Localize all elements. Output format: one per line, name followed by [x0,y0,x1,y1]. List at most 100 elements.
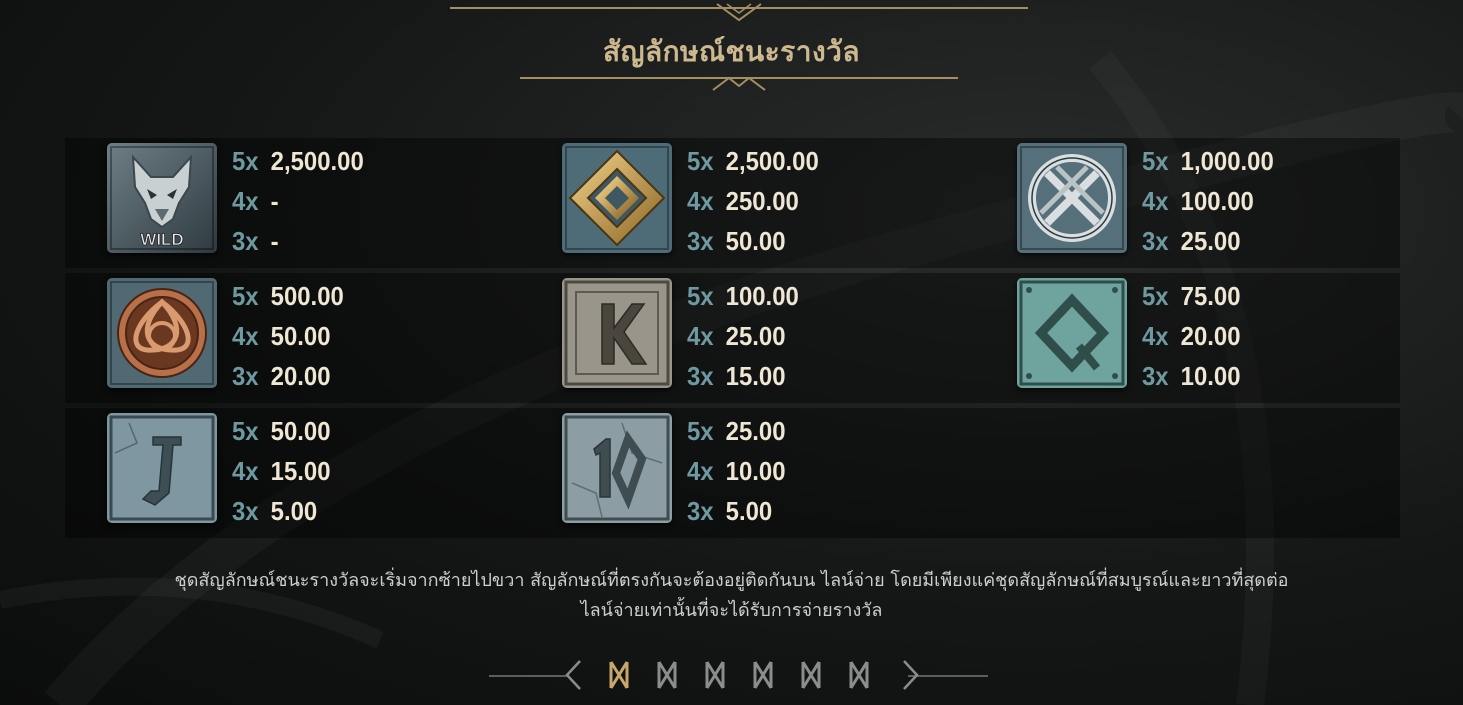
payout-row: 4x 250.00 [687,181,819,221]
payout-amount: 75.00 [1180,281,1241,311]
rune-10-icon [562,413,672,523]
match-count: 4x [232,186,259,216]
page-indicator-4[interactable] [751,658,775,692]
payout-row: 5x 500.00 [232,276,344,316]
rune-q-icon [1017,278,1127,388]
payout-amount: 100.00 [725,281,799,311]
payout-row: 5x 2,500.00 [687,141,819,181]
page-indicator-5[interactable] [799,658,823,692]
payout-amount: - [270,226,279,256]
match-count: 3x [687,361,714,391]
symbol-rune-q: 5x 75.00 4x 20.00 3x 10.00 [975,273,1395,393]
payout-row: 5x 1,000.00 [1142,141,1274,181]
payout-row: 5x 100.00 [687,276,799,316]
match-count: 3x [232,361,259,391]
payout-row: 5x 25.00 [687,411,786,451]
payout-amount: 50.00 [270,321,331,351]
payout-row: 3x 5.00 [687,491,786,531]
wolf-wild-icon: WILD [107,143,217,253]
payout-list: 5x 75.00 4x 20.00 3x 10.00 [1142,276,1249,396]
payout-amount: 15.00 [270,456,331,486]
symbol-rune-10: 5x 25.00 4x 10.00 3x 5.00 [520,408,940,528]
payout-row: 4x 100.00 [1142,181,1274,221]
payout-amount: 2,500.00 [725,146,819,176]
page-title: สัญลักษณ์ชนะรางวัล [603,35,860,68]
payout-row: 4x 25.00 [687,316,799,356]
symbol-grid: WILD 5x 2,500.00 4x - 3x - 5x 2,500.00 4x 250… [65,138,1400,538]
payout-list: 5x 2,500.00 4x - 3x - [232,141,375,261]
match-count: 5x [1142,281,1169,311]
payout-amount: 20.00 [270,361,331,391]
wild-label: WILD [140,230,183,249]
payout-row: 3x - [232,221,364,261]
payout-amount: - [270,186,279,216]
payout-amount: 5.00 [725,496,773,526]
payout-amount: 10.00 [1180,361,1241,391]
rune-k-icon [562,278,672,388]
match-count: 3x [1142,361,1169,391]
match-count: 5x [232,281,259,311]
payout-amount: 500.00 [270,281,344,311]
payout-list: 5x 25.00 4x 10.00 3x 5.00 [687,411,794,531]
page-indicator-3[interactable] [703,658,727,692]
match-count: 5x [687,416,714,446]
payout-amount: 15.00 [725,361,786,391]
gold-diamond-icon [562,143,672,253]
match-count: 3x [687,496,714,526]
match-count: 4x [232,321,259,351]
payout-row: 3x 10.00 [1142,356,1241,396]
page-navigation [0,652,1463,698]
payout-list: 5x 1,000.00 4x 100.00 3x 25.00 [1142,141,1285,261]
payout-row: 3x 50.00 [687,221,819,261]
payout-row: 4x 50.00 [232,316,344,356]
payout-amount: 50.00 [270,416,331,446]
match-count: 4x [687,321,714,351]
prev-page-arrow-icon[interactable] [562,658,586,692]
match-count: 4x [687,186,714,216]
page-indicator-2[interactable] [655,658,679,692]
payout-amount: 25.00 [1180,226,1241,256]
payout-row: 4x 15.00 [232,451,331,491]
payout-row: 4x 10.00 [687,451,786,491]
match-count: 5x [687,281,714,311]
match-count: 5x [687,146,714,176]
payout-row: 3x 15.00 [687,356,799,396]
rules-line: ชุดสัญลักษณ์ชนะรางวัลจะเริ่มจากซ้ายไปขวา… [174,570,1289,591]
payout-amount: 100.00 [1180,186,1254,216]
match-count: 3x [232,496,259,526]
payout-amount: 20.00 [1180,321,1241,351]
bronze-triquetra-icon [107,278,217,388]
payout-amount: 25.00 [725,416,786,446]
match-count: 4x [1142,321,1169,351]
symbol-rune-j: 5x 50.00 4x 15.00 3x 5.00 [65,408,485,528]
payout-amount: 25.00 [725,321,786,351]
page-indicator-1[interactable] [607,658,631,692]
payout-amount: 2,500.00 [270,146,364,176]
payout-row: 4x - [232,181,364,221]
payout-row: 4x 20.00 [1142,316,1241,356]
rules-line: ไลน์จ่ายเท่านั้นที่จะได้รับการจ่ายรางวัล [580,600,883,621]
match-count: 3x [687,226,714,256]
match-count: 5x [232,416,259,446]
payout-row: 3x 5.00 [232,491,331,531]
symbol-silver-knot: 5x 1,000.00 4x 100.00 3x 25.00 [975,138,1395,258]
rune-j-icon [107,413,217,523]
payout-amount: 250.00 [725,186,799,216]
symbol-gold-diamond: 5x 2,500.00 4x 250.00 3x 50.00 [520,138,940,258]
symbol-bronze-triquetra: 5x 500.00 4x 50.00 3x 20.00 [65,273,485,393]
payout-row: 5x 50.00 [232,411,331,451]
match-count: 5x [1142,146,1169,176]
payout-list: 5x 100.00 4x 25.00 3x 15.00 [687,276,809,396]
payout-amount: 1,000.00 [1180,146,1274,176]
symbol-wolf-wild: WILD 5x 2,500.00 4x - 3x - [65,138,485,258]
match-count: 4x [232,456,259,486]
match-count: 5x [232,146,259,176]
payout-row: 3x 25.00 [1142,221,1274,261]
page-indicator-6[interactable] [847,658,871,692]
payout-row: 5x 2,500.00 [232,141,364,181]
match-count: 3x [232,226,259,256]
payout-row: 5x 75.00 [1142,276,1241,316]
silver-knot-icon [1017,143,1127,253]
payout-amount: 5.00 [270,496,318,526]
next-page-arrow-icon[interactable] [898,658,922,692]
